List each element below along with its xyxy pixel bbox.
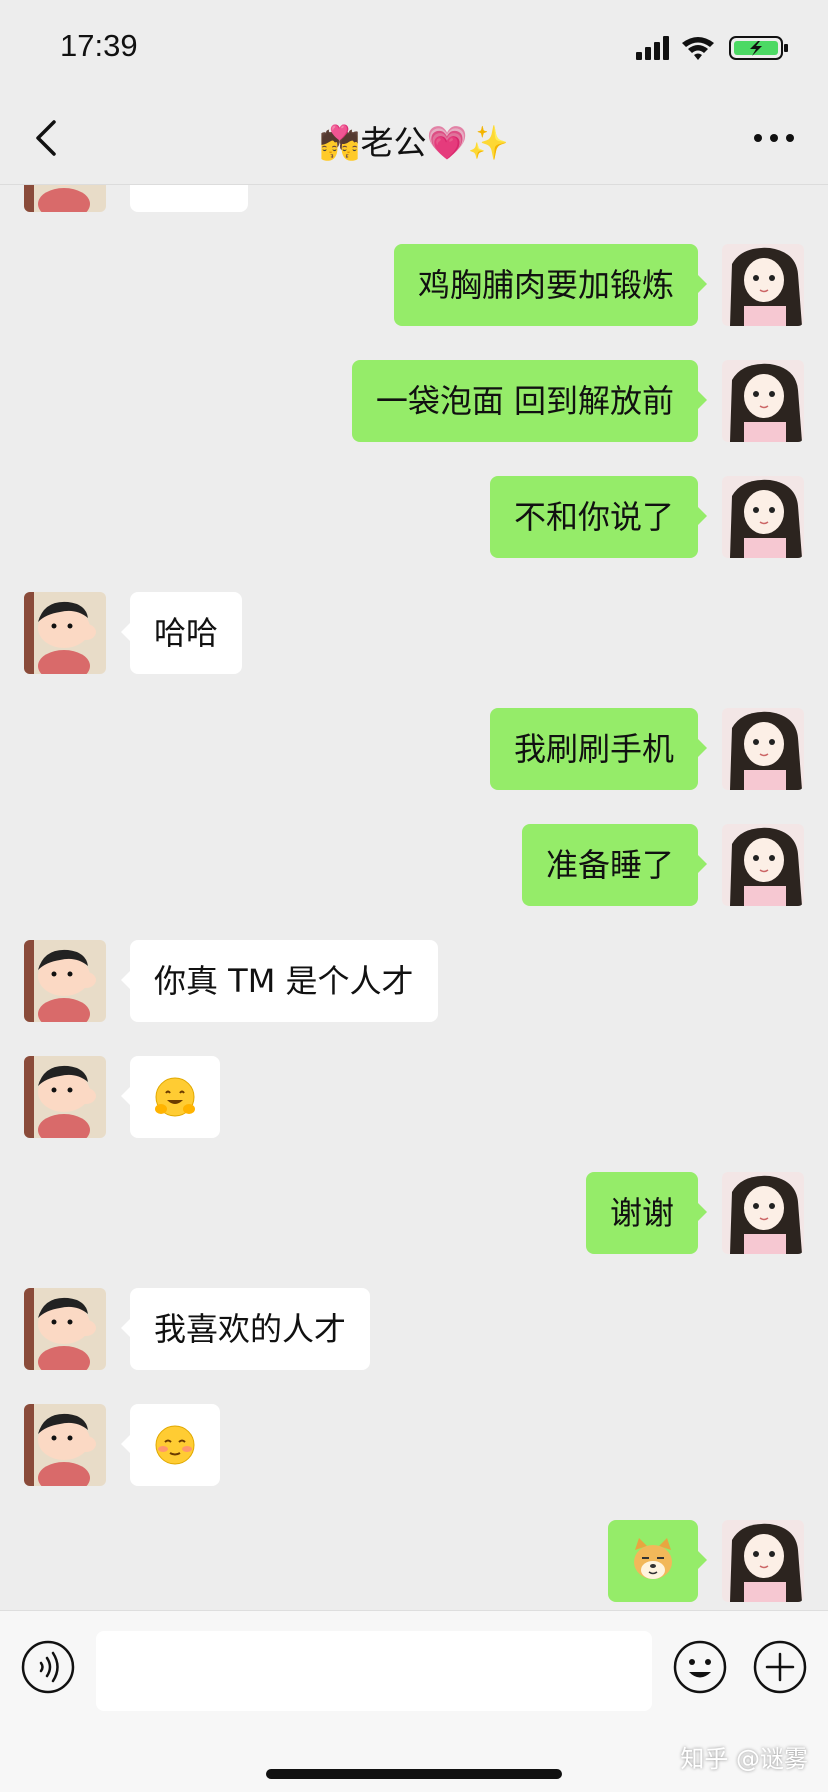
status-time: 17:39 <box>60 28 138 63</box>
message-row <box>0 1404 828 1486</box>
voice-button[interactable] <box>20 1639 76 1695</box>
message-row: 谢谢 <box>0 1172 828 1254</box>
input-bar: 知乎 @谜雾 <box>0 1610 828 1792</box>
message-row: 不和你说了 <box>0 476 828 558</box>
message-bubble[interactable] <box>121 1404 220 1486</box>
message-row: 你真 TM 是个人才 <box>0 940 828 1022</box>
message-row <box>0 1520 828 1602</box>
message-bubble[interactable]: 你真 TM 是个人才 <box>121 940 438 1022</box>
smiley-icon <box>673 1640 727 1694</box>
wifi-icon <box>682 37 714 60</box>
user-avatar[interactable] <box>722 708 804 790</box>
contact-avatar[interactable] <box>24 1056 106 1138</box>
message-bubble[interactable]: 一袋泡面 回到解放前 <box>351 360 708 442</box>
message-row: 哈哈 <box>0 592 828 674</box>
message-list[interactable]: 鸡胸脯肉要加锻炼 一袋泡面 回到解放前 不和你说了 哈哈 我刷刷手机 准备睡了 … <box>0 184 828 1610</box>
message-row: 一袋泡面 回到解放前 <box>0 360 828 442</box>
user-avatar[interactable] <box>722 824 804 906</box>
message-row: 我刷刷手机 <box>0 708 828 790</box>
message-bubble[interactable] <box>121 1056 220 1138</box>
message-bubble[interactable]: 谢谢 <box>585 1172 708 1254</box>
hug-emoji-icon <box>155 1077 195 1117</box>
emoji-button[interactable] <box>672 1639 728 1695</box>
message-bubble[interactable]: 哈哈 <box>120 592 243 674</box>
message-row: 准备睡了 <box>0 824 828 906</box>
message-bubble[interactable]: 准备睡了 <box>521 824 708 906</box>
more-dots-icon <box>754 134 794 142</box>
chat-screen: 17:39 💏老公💗✨ 鸡胸脯肉要加锻炼 一袋泡面 回到解放前 不和你说了 哈哈… <box>0 0 828 1792</box>
chat-title: 💏老公💗✨ <box>319 123 509 162</box>
plus-icon <box>753 1640 807 1694</box>
more-button[interactable] <box>750 116 798 160</box>
watermark: 知乎 @谜雾 <box>680 1745 808 1773</box>
message-row: 鸡胸脯肉要加锻炼 <box>0 244 828 326</box>
message-bubble[interactable] <box>130 184 248 212</box>
home-indicator[interactable] <box>266 1769 562 1779</box>
message-row <box>0 184 828 212</box>
message-row: 我喜欢的人才 <box>0 1288 828 1370</box>
user-avatar[interactable] <box>722 360 804 442</box>
contact-avatar[interactable] <box>24 592 106 674</box>
message-row <box>0 1056 828 1138</box>
status-icons <box>634 34 794 62</box>
voice-icon <box>21 1640 75 1694</box>
message-bubble[interactable]: 鸡胸脯肉要加锻炼 <box>393 244 708 326</box>
message-bubble[interactable]: 不和你说了 <box>489 476 708 558</box>
battery-icon <box>729 36 788 60</box>
doge-emoji-icon <box>634 1538 672 1579</box>
user-avatar[interactable] <box>722 476 804 558</box>
user-avatar[interactable] <box>722 244 804 326</box>
contact-avatar[interactable] <box>24 184 106 212</box>
user-avatar[interactable] <box>722 1172 804 1254</box>
contact-avatar[interactable] <box>24 940 106 1022</box>
message-bubble[interactable]: 我刷刷手机 <box>489 708 708 790</box>
blush-emoji-icon <box>155 1425 195 1465</box>
contact-avatar[interactable] <box>24 1404 106 1486</box>
signal-icon <box>636 36 669 60</box>
message-bubble[interactable]: 我喜欢的人才 <box>120 1288 371 1370</box>
more-actions-button[interactable] <box>752 1639 808 1695</box>
nav-bar: 💏老公💗✨ <box>0 92 828 185</box>
message-bubble[interactable] <box>608 1520 707 1602</box>
user-avatar[interactable] <box>722 1520 804 1602</box>
contact-avatar[interactable] <box>24 1288 106 1370</box>
message-input[interactable] <box>96 1631 652 1711</box>
